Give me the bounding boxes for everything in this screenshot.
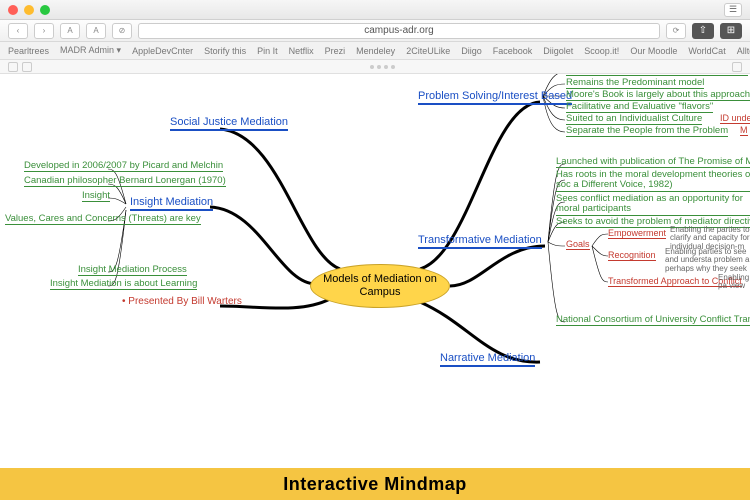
bookmark-item[interactable]: AppleDevCnter <box>132 46 193 56</box>
leaf-aside: ID under <box>720 113 750 124</box>
leaf[interactable]: Facilitative and Evaluative "flavors" <box>566 101 713 113</box>
font-size-small[interactable]: A <box>60 23 80 39</box>
branch-social-justice[interactable]: Social Justice Mediation <box>170 116 288 131</box>
presenter[interactable]: Presented By Bill Warters <box>122 296 242 307</box>
share-icon[interactable]: ⇧ <box>692 23 714 39</box>
leaf[interactable]: Values, Cares and Concerns (Threats) are… <box>5 213 201 225</box>
back-button[interactable]: ‹ <box>8 23 28 39</box>
tab-icon[interactable] <box>8 62 18 72</box>
bookmark-item[interactable]: Prezi <box>325 46 346 56</box>
leaf[interactable]: Separate the People from the Problem <box>566 125 728 137</box>
sidebar-toggle-icon[interactable]: ☰ <box>724 3 742 17</box>
branch-narrative[interactable]: Narrative Mediation <box>440 352 535 367</box>
bookmark-item[interactable]: Scoop.it! <box>584 46 619 56</box>
leaf[interactable]: Launched with publication of The Promise… <box>556 156 750 168</box>
new-tab-icon[interactable] <box>732 62 742 72</box>
bookmark-item[interactable]: Diigolet <box>543 46 573 56</box>
bookmark-item[interactable]: Netflix <box>289 46 314 56</box>
mindmap-canvas[interactable]: Models of Mediation on Campus Social Jus… <box>0 74 750 468</box>
branch-insight[interactable]: Insight Mediation <box>130 196 213 211</box>
branch-transformative[interactable]: Transformative Mediation <box>418 234 542 249</box>
leaf[interactable]: Remains the Predominant model <box>566 77 704 89</box>
leaf[interactable]: Moore's Book is largely about this appro… <box>566 89 750 101</box>
bookmark-item[interactable]: Diigo <box>461 46 482 56</box>
window-titlebar: ☰ <box>0 0 750 20</box>
goal-desc: Enabling parties to see and understa pro… <box>665 248 750 273</box>
leaf[interactable]: Suited to an Individualist Culture <box>566 113 702 125</box>
bookmark-item[interactable]: WorldCat <box>688 46 725 56</box>
forward-button[interactable]: › <box>34 23 54 39</box>
leaf-aside: M <box>740 125 748 136</box>
leaf[interactable]: Developed in 2006/2007 by Picard and Mel… <box>24 160 223 172</box>
leaf[interactable]: Insight Mediation is about Learning <box>50 278 197 290</box>
bookmark-item[interactable]: Storify this <box>204 46 246 56</box>
bookmark-item[interactable]: Facebook <box>493 46 533 56</box>
goal-item[interactable]: Recognition <box>608 250 656 261</box>
leaf[interactable]: National Consortium of University Confli… <box>556 314 750 326</box>
leaf[interactable]: Insight Mediation Process <box>78 264 187 276</box>
minimize-icon[interactable] <box>24 5 34 15</box>
tabs-icon[interactable]: ⊞ <box>720 23 742 39</box>
bookmark-item[interactable]: Our Moodle <box>630 46 677 56</box>
goal-desc: Enabling pa view <box>718 274 750 291</box>
bookmark-item[interactable]: Pin It <box>257 46 278 56</box>
leaf[interactable]: Canadian philosopher Bernard Lonergan (1… <box>24 175 226 187</box>
goal-item[interactable]: Empowerment <box>608 228 666 239</box>
url-bar: ‹ › A A ⊘ campus-adr.org ⟳ ⇧ ⊞ <box>0 20 750 42</box>
footer-title: Interactive Mindmap <box>0 468 750 500</box>
reader-icon[interactable]: ⊘ <box>112 23 132 39</box>
mindmap-center[interactable]: Models of Mediation on Campus <box>310 264 450 308</box>
tab-strip <box>0 60 750 74</box>
close-icon[interactable] <box>8 5 18 15</box>
leaf[interactable]: Launched with publication of Getting to … <box>566 74 748 76</box>
font-size-large[interactable]: A <box>86 23 106 39</box>
maximize-icon[interactable] <box>40 5 50 15</box>
bookmark-item[interactable]: Alltop <box>737 46 750 56</box>
bookmark-item[interactable]: 2CiteULike <box>406 46 450 56</box>
bookmark-item[interactable]: Pearltrees <box>8 46 49 56</box>
goals-label[interactable]: Goals <box>566 239 590 250</box>
bookmark-item[interactable]: MADR Admin ▾ <box>60 45 121 56</box>
address-field[interactable]: campus-adr.org <box>138 23 660 39</box>
bookmarks-bar: Pearltrees MADR Admin ▾ AppleDevCnter St… <box>0 42 750 60</box>
reload-icon[interactable]: ⟳ <box>666 23 686 39</box>
leaf[interactable]: Has roots in the moral development theor… <box>556 170 750 192</box>
leaf[interactable]: Sees conflict mediation as an opportunit… <box>556 194 750 216</box>
bookmark-item[interactable]: Mendeley <box>356 46 395 56</box>
branch-problem-solving[interactable]: Problem Solving/Interest Based <box>418 90 572 105</box>
leaf[interactable]: Insight <box>82 190 110 202</box>
tab-icon[interactable] <box>22 62 32 72</box>
